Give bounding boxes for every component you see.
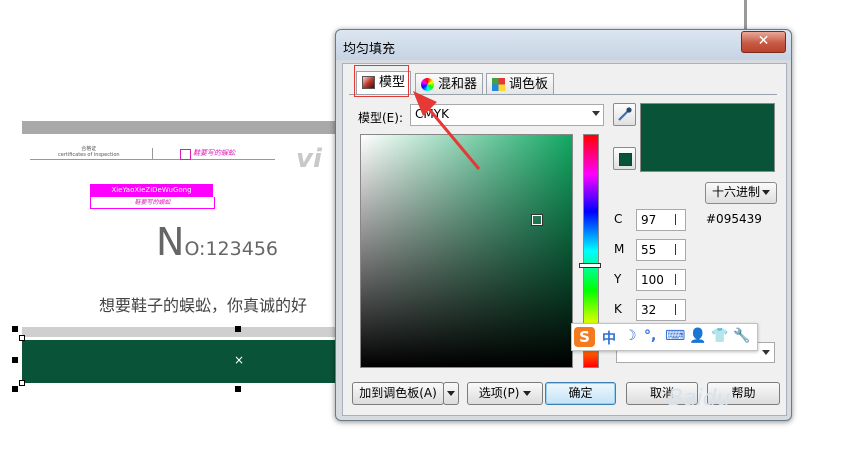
cmyk-label-y: Y: [614, 272, 622, 286]
selection-handle-top-center[interactable]: [235, 326, 241, 332]
color-preview: [640, 103, 775, 172]
dialog-title: 均匀填充: [343, 42, 396, 57]
hex-mode-label: 十六进制: [711, 185, 760, 199]
punctuation-icon[interactable]: °,: [644, 328, 656, 344]
tab-palette[interactable]: 调色板: [486, 73, 555, 95]
brand-logo: vi: [296, 144, 322, 174]
cmyk-value-y: 100: [641, 273, 664, 287]
document-header-bar: [22, 121, 342, 134]
add-to-palette-dropdown-button[interactable]: [443, 382, 459, 405]
add-to-palette-button[interactable]: 加到调色板(A): [352, 382, 444, 405]
cmyk-value-c: 97: [641, 213, 657, 227]
certificate-caption-en: certificates of inspection: [58, 152, 120, 158]
hex-value: #095439: [706, 212, 762, 226]
ok-button[interactable]: 确定: [545, 382, 616, 405]
user-icon[interactable]: 👤: [689, 328, 706, 344]
cmyk-label-m: M: [614, 242, 625, 256]
selection-handle-bottom-center[interactable]: [235, 386, 241, 392]
stamp-icon: [180, 149, 191, 160]
cmyk-label-k: K: [614, 302, 622, 316]
selection-handle-bottom-left[interactable]: [12, 386, 18, 392]
uniform-fill-dialog: 均匀填充 ✕ 模型 混和器 调色板 模型(E): CMYK: [335, 29, 792, 421]
annotation-arrow-icon: [413, 91, 481, 170]
node-handle-top[interactable]: [19, 335, 25, 341]
certificate-underline: [30, 159, 275, 160]
spin-icon[interactable]: [675, 274, 681, 285]
close-button[interactable]: ✕: [741, 31, 786, 53]
cmyk-input-m[interactable]: 55: [636, 239, 686, 261]
cmyk-input-y[interactable]: 100: [636, 269, 686, 291]
swatch-button[interactable]: [613, 147, 636, 170]
eyedropper-icon: [618, 107, 632, 121]
slogan-text: 想要鞋子的蜈蚣，你真诚的好: [99, 296, 308, 315]
color-field-cursor[interactable]: [531, 214, 543, 226]
options-button[interactable]: 选项(P): [467, 382, 543, 405]
gray-strip: [22, 327, 337, 337]
pink-banner: XieYaoXieZiDeWuGong: [90, 184, 213, 197]
shirt-icon[interactable]: 👕: [711, 328, 728, 344]
watermark-logo: Baidu: [668, 386, 731, 411]
chevron-down-icon: [592, 111, 600, 116]
dialog-titlebar[interactable]: 均匀填充 ✕: [336, 30, 791, 60]
selection-handle-middle-left[interactable]: [12, 357, 18, 363]
cmyk-value-k: 32: [641, 303, 657, 317]
serial-number-initial: N: [156, 220, 185, 264]
cmyk-input-k[interactable]: 32: [636, 299, 686, 321]
serial-number: NO:123456: [156, 220, 278, 264]
tab-highlight-annotation: [354, 65, 409, 97]
spin-icon[interactable]: [675, 304, 681, 315]
pink-signature: 鞋要写的蜈蚣: [90, 197, 215, 209]
center-marker-icon: ×: [234, 353, 245, 367]
certificate-signature: 鞋要写的蜈蚣: [193, 149, 235, 157]
vertical-guide-line: [744, 0, 747, 32]
ime-logo-icon[interactable]: S: [574, 327, 595, 347]
selection-handle-top-left[interactable]: [12, 326, 18, 332]
selected-green-rectangle[interactable]: [22, 340, 337, 383]
spin-icon[interactable]: [675, 244, 681, 255]
ime-toolbar: S 中 ☽ °, ⌨ 👤 👕 🔧: [571, 323, 758, 351]
moon-icon[interactable]: ☽: [624, 328, 637, 344]
tab-palette-label: 调色板: [509, 77, 549, 92]
chevron-down-icon: [523, 391, 532, 396]
spin-icon[interactable]: [675, 214, 681, 225]
chevron-down-icon: [762, 190, 770, 195]
options-label: 选项(P): [478, 386, 520, 400]
wrench-icon[interactable]: 🔧: [733, 328, 750, 344]
keyboard-icon[interactable]: ⌨: [665, 328, 685, 344]
eyedropper-button[interactable]: [613, 103, 636, 126]
cmyk-value-m: 55: [641, 243, 657, 257]
swatch-color-icon: [619, 153, 632, 166]
cmyk-input-c[interactable]: 97: [636, 209, 686, 231]
chevron-down-icon: [447, 391, 455, 396]
node-handle-bottom[interactable]: [19, 380, 25, 386]
chevron-down-icon: [762, 350, 770, 355]
ime-mode-toggle[interactable]: 中: [602, 328, 616, 348]
certificate-caption: 合格证 certificates of inspection: [58, 146, 120, 158]
cmyk-label-c: C: [614, 212, 623, 226]
serial-number-rest: O:123456: [184, 238, 278, 260]
model-label: 模型(E):: [358, 111, 403, 125]
hex-mode-button[interactable]: 十六进制: [705, 182, 777, 204]
hue-slider-handle[interactable]: [579, 263, 601, 268]
